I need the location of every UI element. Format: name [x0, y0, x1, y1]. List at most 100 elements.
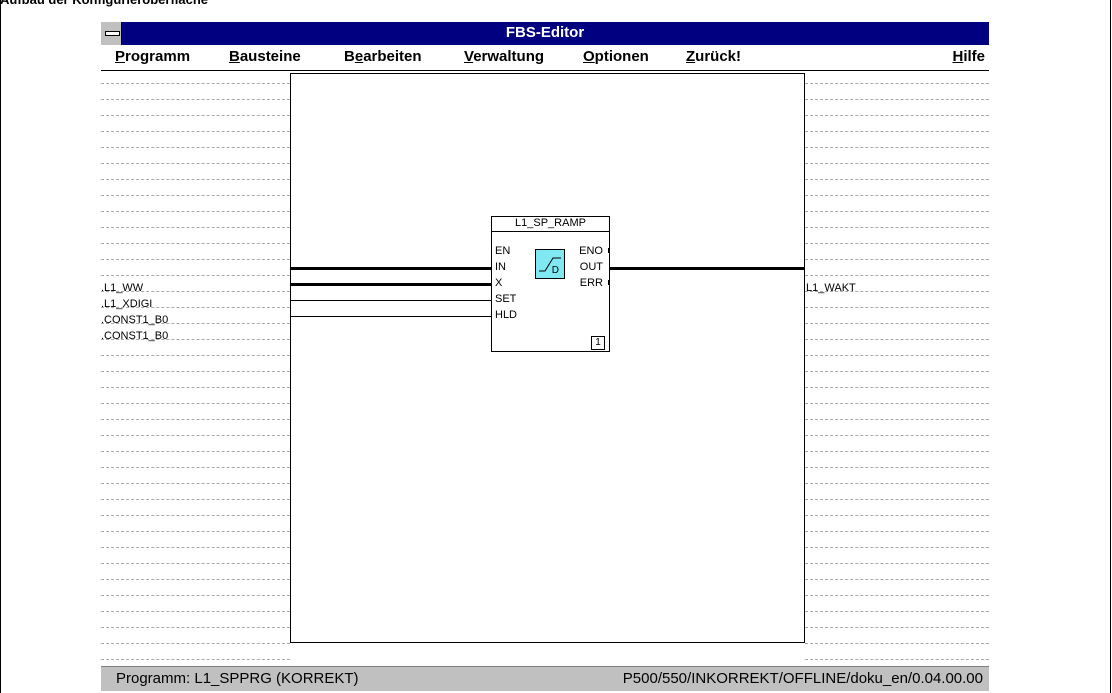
grid-line [101, 547, 290, 548]
grid-line [101, 435, 290, 436]
grid-line [101, 483, 290, 484]
grid-line [805, 467, 989, 468]
connection-wire-bold[interactable] [291, 283, 491, 286]
grid-line [101, 451, 290, 452]
function-block-index: 1 [591, 336, 605, 350]
menu-optionen[interactable]: Optionen [583, 48, 649, 65]
window-title: FBS-Editor [505, 24, 585, 41]
input-signal-label: .L1_WW [101, 282, 144, 294]
grid-line [805, 547, 989, 548]
grid-line [805, 163, 989, 164]
grid-line [101, 371, 290, 372]
grid-line [101, 243, 290, 244]
input-signal-label: .CONST1_B0 [101, 330, 169, 342]
grid-line [805, 387, 989, 388]
grid-line [101, 99, 290, 100]
status-program: Programm: L1_SPPRG (KORREKT) [116, 670, 359, 687]
grid-line [805, 643, 989, 644]
frame-border-left [0, 0, 1, 693]
connection-wire[interactable] [291, 316, 491, 317]
grid-line [101, 659, 290, 660]
menu-bausteine[interactable]: Bausteine [229, 48, 301, 65]
title-bar: FBS-Editor [101, 22, 989, 45]
ramp-symbol-icon [539, 257, 561, 272]
grid-line [805, 243, 989, 244]
menu-hilfe[interactable]: Hilfe [952, 48, 985, 65]
output-wire-bold[interactable] [609, 267, 804, 270]
function-block-name: L1_SP_RAMP [515, 217, 586, 229]
grid-line [101, 627, 290, 628]
input-signal-label: .CONST1_B0 [101, 314, 169, 326]
grid-line [805, 483, 989, 484]
grid-line [805, 371, 989, 372]
pin-set: SET [495, 293, 517, 305]
pin-out: OUT [579, 261, 603, 273]
grid-line [805, 195, 989, 196]
grid-line [805, 323, 989, 324]
menu-bearbeiten[interactable]: Bearbeiten [344, 48, 422, 65]
status-project-path: P500/550/INKORREKT/OFFLINE/doku_en/0.04.… [622, 670, 983, 687]
grid-line [805, 531, 989, 532]
grid-line [805, 595, 989, 596]
grid-line [101, 387, 290, 388]
grid-line [101, 179, 290, 180]
menu-zurueck[interactable]: Zurück! [686, 48, 741, 65]
grid-line [805, 419, 989, 420]
menu-verwaltung[interactable]: Verwaltung [464, 48, 544, 65]
left-signal-grid [101, 71, 290, 666]
menu-programm[interactable]: Programm [115, 48, 190, 65]
grid-line [101, 211, 290, 212]
connection-wire-bold[interactable] [291, 267, 491, 270]
grid-line [101, 563, 290, 564]
pin-err: ERR [579, 277, 603, 289]
grid-line [101, 419, 290, 420]
menu-bar: Programm Bausteine Bearbeiten Verwaltung… [101, 45, 989, 71]
grid-line [101, 467, 290, 468]
function-block-diagram-area[interactable]: L1_SP_RAMP EN IN X SET HLD ENO OUT ERR D [290, 73, 805, 643]
grid-line [805, 147, 989, 148]
grid-line [805, 435, 989, 436]
grid-line [101, 531, 290, 532]
ramp-function-icon: D [535, 249, 565, 279]
grid-line [101, 403, 290, 404]
grid-line [805, 131, 989, 132]
pin-hld: HLD [495, 309, 518, 321]
grid-line [805, 179, 989, 180]
input-signal-label: .L1_XDIGI [101, 298, 153, 310]
grid-line [101, 195, 290, 196]
pin-in: IN [495, 261, 506, 273]
grid-line [805, 659, 989, 660]
editor-canvas[interactable]: .L1_WW .L1_XDIGI .CONST1_B0 .CONST1_B0 .… [101, 71, 989, 666]
grid-line [101, 275, 290, 276]
output-signal-label: .L1_WAKT [803, 282, 856, 294]
grid-line [101, 259, 290, 260]
grid-line [101, 515, 290, 516]
document-heading: Aufbau der Konfigurieroberfläche [0, 0, 208, 8]
function-block-sp-ramp[interactable]: L1_SP_RAMP EN IN X SET HLD ENO OUT ERR D [491, 216, 610, 352]
grid-line [805, 115, 989, 116]
grid-line [805, 339, 989, 340]
grid-line [101, 163, 290, 164]
grid-line [805, 499, 989, 500]
grid-line [101, 611, 290, 612]
status-bar: Programm: L1_SPPRG (KORREKT) P500/550/IN… [101, 666, 989, 691]
grid-line [805, 275, 989, 276]
grid-line [101, 579, 290, 580]
grid-line [101, 595, 290, 596]
grid-line [101, 355, 290, 356]
grid-line [805, 259, 989, 260]
pin-x: X [495, 277, 503, 289]
grid-line [805, 563, 989, 564]
grid-line [805, 307, 989, 308]
connection-wire[interactable] [291, 300, 491, 301]
pin-eno-tick [608, 248, 609, 253]
grid-line [805, 227, 989, 228]
grid-line [805, 211, 989, 212]
grid-line [805, 355, 989, 356]
grid-line [101, 131, 290, 132]
grid-line [101, 499, 290, 500]
function-block-title-divider [492, 231, 609, 232]
grid-line [805, 627, 989, 628]
pin-eno: ENO [579, 245, 603, 257]
grid-line [805, 403, 989, 404]
